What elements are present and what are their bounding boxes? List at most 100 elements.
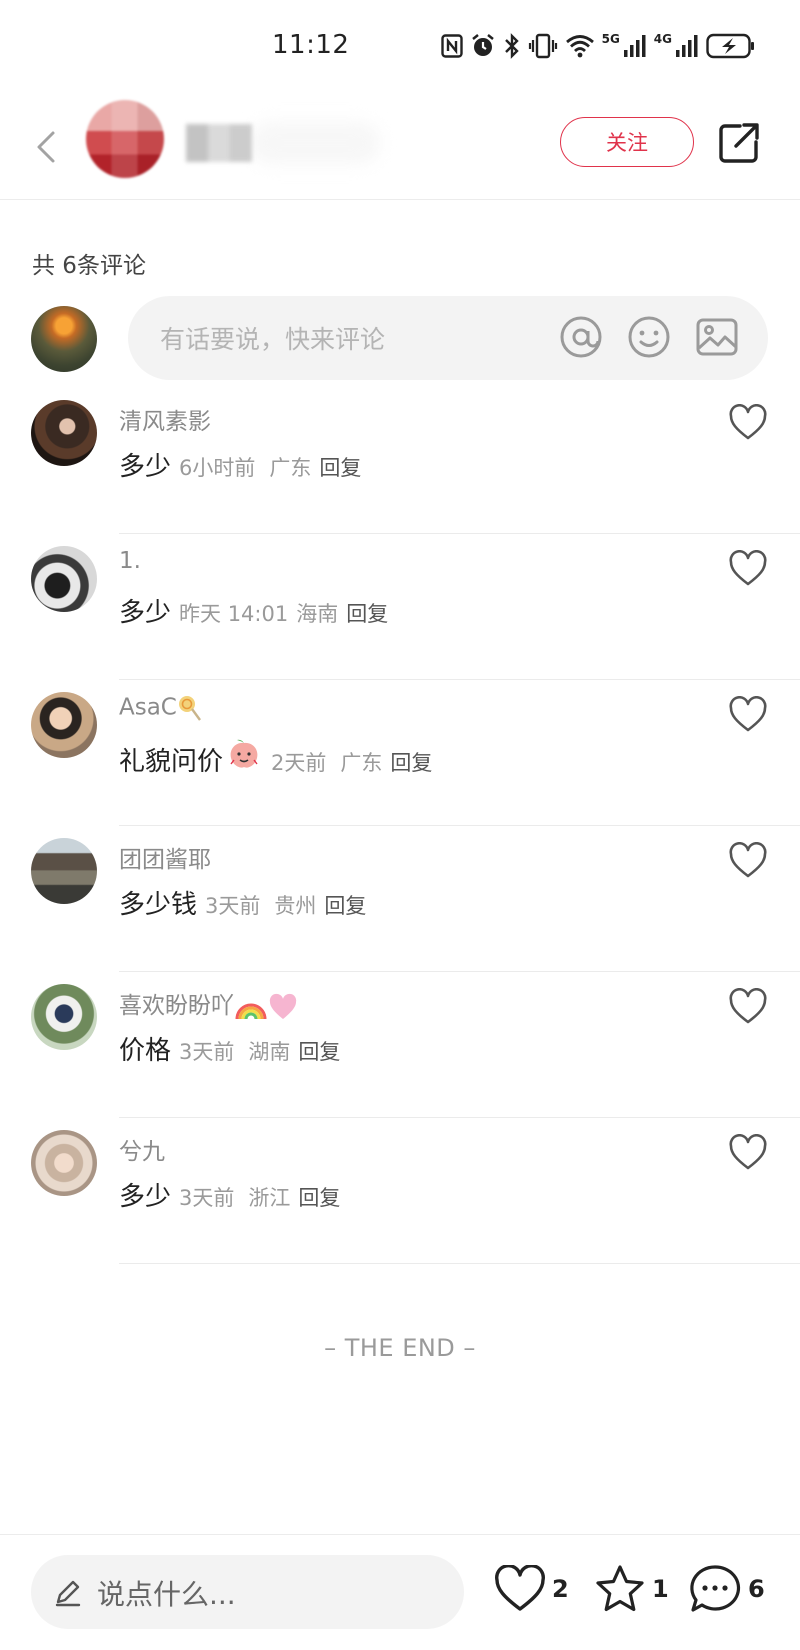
comment-location: 浙江 — [248, 1186, 291, 1210]
comment-body: 价格 3天前 湖南 回复 — [119, 1030, 340, 1067]
favorite-count: 1 — [652, 1575, 669, 1603]
comment-location: 广东 — [269, 456, 312, 480]
comment-username[interactable]: 团团酱耶 — [119, 840, 211, 874]
like-button[interactable]: 2 — [494, 1561, 569, 1617]
bottom-action-bar: 说点什么... 2 1 6 — [0, 1534, 800, 1650]
comment-text[interactable]: 多少 — [119, 592, 171, 629]
comment-item: 1. 多少 昨天 14:01 海南 回复 — [0, 534, 800, 680]
comment-location: 广东 — [340, 751, 383, 775]
comment-username-text: 喜欢盼盼吖 — [119, 993, 234, 1019]
end-of-comments: – THE END – — [324, 1334, 476, 1362]
status-icons: 5G 4G — [440, 28, 756, 64]
status-time: 11:12 — [272, 30, 350, 60]
comment-time: 3天前 — [205, 894, 261, 918]
comment-divider — [119, 1263, 800, 1264]
comment-body: 多少 昨天 14:01 海南 回复 — [119, 592, 388, 629]
comment-location: 贵州 — [274, 894, 317, 918]
reply-button[interactable]: 回复 — [298, 1182, 340, 1212]
vibrate-icon — [528, 33, 557, 59]
peach-emoji-icon — [230, 739, 258, 768]
follow-button[interactable]: 关注 — [560, 117, 694, 167]
heart-icon — [495, 1565, 545, 1611]
comment-avatar[interactable] — [31, 692, 97, 758]
comment-username[interactable]: 1. — [119, 548, 141, 574]
comment-text[interactable]: 礼貌问价 — [119, 741, 223, 778]
comment-username[interactable]: 兮九 — [119, 1132, 165, 1166]
comment-input[interactable]: 有话要说，快来评论 — [128, 296, 768, 380]
comment-item: 兮九 多少 3天前 浙江 回复 — [0, 1118, 800, 1264]
comment-avatar[interactable] — [31, 1130, 97, 1196]
my-avatar — [31, 306, 97, 372]
reply-button[interactable]: 回复 — [346, 598, 388, 628]
comment-button[interactable]: 6 — [688, 1561, 765, 1617]
comment-avatar[interactable] — [31, 546, 97, 612]
comment-input-placeholder: 有话要说，快来评论 — [160, 325, 386, 354]
comment-body: 多少钱 3天前 贵州 回复 — [119, 884, 366, 921]
comment-item: 喜欢盼盼吖 价格 3天前 湖南 回复 — [0, 972, 800, 1118]
comment-time: 2天前 — [271, 751, 327, 775]
author-name[interactable] — [186, 124, 252, 162]
comment-time: 3天前 — [179, 1186, 235, 1210]
say-something-placeholder: 说点什么... — [97, 1578, 236, 1611]
image-icon[interactable] — [694, 314, 740, 360]
star-icon — [596, 1565, 644, 1612]
comment-time: 6小时前 — [179, 456, 256, 480]
comment-body: 多少 3天前 浙江 回复 — [119, 1176, 340, 1213]
comment-username-text: AsaC — [119, 694, 177, 721]
reply-button[interactable]: 回复 — [324, 890, 366, 920]
note-header: 关注 — [0, 92, 800, 200]
rainbow-emoji-icon — [235, 1003, 267, 1019]
comment-username[interactable]: 清风素影 — [119, 402, 211, 436]
comment-like-icon[interactable] — [728, 842, 768, 880]
reply-button[interactable]: 回复 — [319, 452, 361, 482]
signal-4g-icon — [676, 35, 698, 57]
comment-total: 6 — [748, 1575, 765, 1603]
comment-like-icon[interactable] — [728, 696, 768, 734]
wifi-icon — [565, 35, 594, 58]
comment-text[interactable]: 多少钱 — [119, 884, 197, 921]
comment-body: 礼貌问价 2天前 广东 回复 — [119, 738, 432, 778]
comment-like-icon[interactable] — [728, 988, 768, 1026]
author-avatar[interactable] — [86, 100, 164, 178]
comment-avatar[interactable] — [31, 838, 97, 904]
alarm-icon — [471, 34, 494, 56]
comment-like-icon[interactable] — [728, 550, 768, 588]
comment-like-icon[interactable] — [728, 404, 768, 442]
share-icon — [719, 123, 759, 163]
comment-bubble-icon — [690, 1565, 741, 1612]
reply-button[interactable]: 回复 — [298, 1036, 340, 1066]
signal-5g-icon — [623, 35, 646, 57]
comment-item: AsaC 礼貌问价 2天前 广东 回复 — [0, 680, 800, 826]
comment-location: 湖南 — [248, 1040, 291, 1064]
comment-like-icon[interactable] — [728, 1134, 768, 1172]
say-something-input[interactable]: 说点什么... — [31, 1555, 464, 1629]
like-count: 2 — [552, 1575, 569, 1603]
comment-time: 昨天 14:01 — [179, 602, 289, 626]
nfc-icon — [440, 34, 463, 58]
comment-text[interactable]: 多少 — [119, 446, 171, 483]
comment-username[interactable]: 喜欢盼盼吖 — [119, 986, 298, 1021]
lollipop-emoji-icon — [178, 696, 201, 721]
back-button[interactable] — [24, 122, 68, 172]
comment-username[interactable]: AsaC — [119, 694, 203, 722]
comment-item: 团团酱耶 多少钱 3天前 贵州 回复 — [0, 826, 800, 972]
pen-icon — [55, 1580, 81, 1607]
comment-text[interactable]: 多少 — [119, 1176, 171, 1213]
author-name-blur — [250, 122, 380, 164]
battery-charging-icon — [706, 33, 754, 59]
signal-5g-label: 5G — [601, 32, 620, 46]
comment-item: 清风素影 多少 6小时前 广东 回复 — [0, 388, 800, 534]
comment-avatar[interactable] — [31, 400, 97, 466]
comment-avatar[interactable] — [31, 984, 97, 1050]
comment-location: 海南 — [296, 602, 339, 626]
mention-icon[interactable] — [558, 314, 604, 360]
bluetooth-icon — [504, 33, 519, 59]
reply-button[interactable]: 回复 — [390, 747, 432, 777]
comment-body: 多少 6小时前 广东 回复 — [119, 446, 361, 483]
favorite-button[interactable]: 1 — [594, 1561, 669, 1617]
comment-text[interactable]: 价格 — [119, 1030, 171, 1067]
back-arrow-icon — [37, 131, 55, 163]
share-button[interactable] — [716, 120, 762, 166]
emoji-icon[interactable] — [626, 314, 672, 360]
comment-count: 共 6条评论 — [32, 253, 146, 279]
